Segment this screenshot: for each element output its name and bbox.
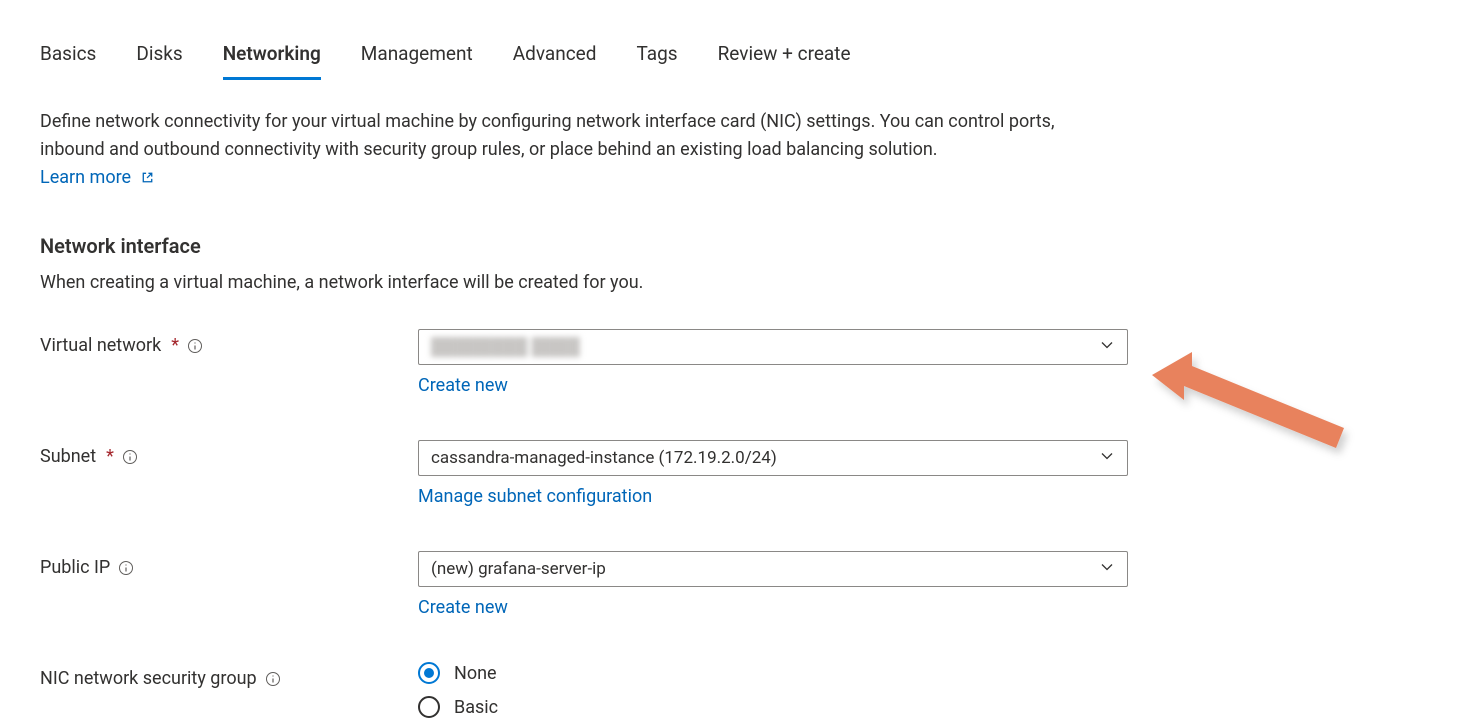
public-ip-dropdown[interactable]: (new) grafana-server-ip: [418, 551, 1128, 587]
vnet-create-new-link[interactable]: Create new: [418, 375, 508, 396]
info-icon[interactable]: [118, 560, 134, 576]
tab-networking[interactable]: Networking: [223, 40, 321, 78]
nsg-label-text: NIC network security group: [40, 668, 257, 689]
intro-body: Define network connectivity for your vir…: [40, 111, 1055, 160]
tab-disks[interactable]: Disks: [136, 40, 182, 78]
public-ip-create-new-link[interactable]: Create new: [418, 597, 508, 618]
control-virtual-network: ████████ ████ Create new: [418, 329, 1128, 396]
tab-management[interactable]: Management: [361, 40, 473, 78]
radio-icon: [418, 696, 440, 718]
subnet-label-text: Subnet: [40, 446, 96, 467]
chevron-down-icon: [1099, 448, 1115, 469]
tab-review-create[interactable]: Review + create: [718, 40, 851, 78]
tab-bar: Basics Disks Networking Management Advan…: [40, 40, 1438, 78]
control-subnet: cassandra-managed-instance (172.19.2.0/2…: [418, 440, 1128, 507]
required-asterisk: *: [171, 335, 179, 356]
section-title: Network interface: [40, 234, 1438, 258]
external-link-icon: [140, 166, 155, 194]
row-subnet: Subnet * cassandra-managed-instance (172…: [40, 440, 1438, 507]
tab-advanced[interactable]: Advanced: [513, 40, 597, 78]
public-ip-label-text: Public IP: [40, 557, 110, 578]
info-icon[interactable]: [265, 671, 281, 687]
nsg-option-basic[interactable]: Basic: [418, 696, 1128, 718]
row-nsg: NIC network security group None: [40, 662, 1438, 718]
page-root: Basics Disks Networking Management Advan…: [0, 40, 1478, 689]
info-icon[interactable]: [187, 338, 203, 354]
label-nsg: NIC network security group: [40, 662, 418, 689]
nsg-option-none[interactable]: None: [418, 662, 1128, 684]
required-asterisk: *: [106, 446, 114, 467]
network-interface-form: Virtual network * ████████ ████: [40, 329, 1438, 718]
nsg-option-basic-label: Basic: [454, 697, 498, 718]
control-public-ip: (new) grafana-server-ip Create new: [418, 551, 1128, 618]
intro-text: Define network connectivity for your vir…: [40, 108, 1100, 194]
public-ip-value: (new) grafana-server-ip: [431, 559, 1099, 579]
learn-more-link[interactable]: Learn more: [40, 167, 155, 188]
section-desc: When creating a virtual machine, a netwo…: [40, 272, 1438, 293]
chevron-down-icon: [1099, 559, 1115, 580]
chevron-down-icon: [1099, 337, 1115, 358]
control-nsg: None Basic: [418, 662, 1128, 718]
virtual-network-dropdown[interactable]: ████████ ████: [418, 329, 1128, 365]
virtual-network-value: ████████ ████: [431, 337, 1099, 357]
radio-icon: [418, 662, 440, 684]
tab-basics[interactable]: Basics: [40, 40, 96, 78]
label-public-ip: Public IP: [40, 551, 418, 578]
nsg-option-none-label: None: [454, 663, 497, 684]
subnet-dropdown[interactable]: cassandra-managed-instance (172.19.2.0/2…: [418, 440, 1128, 476]
nsg-radio-group: None Basic: [418, 662, 1128, 718]
subnet-value: cassandra-managed-instance (172.19.2.0/2…: [431, 448, 1099, 468]
label-subnet: Subnet *: [40, 440, 418, 467]
row-virtual-network: Virtual network * ████████ ████: [40, 329, 1438, 396]
manage-subnet-link[interactable]: Manage subnet configuration: [418, 486, 652, 507]
tab-tags[interactable]: Tags: [636, 40, 677, 78]
info-icon[interactable]: [122, 449, 138, 465]
learn-more-label: Learn more: [40, 167, 131, 188]
vnet-label-text: Virtual network: [40, 335, 161, 356]
row-public-ip: Public IP (new) grafana-server-ip: [40, 551, 1438, 618]
label-virtual-network: Virtual network *: [40, 329, 418, 356]
